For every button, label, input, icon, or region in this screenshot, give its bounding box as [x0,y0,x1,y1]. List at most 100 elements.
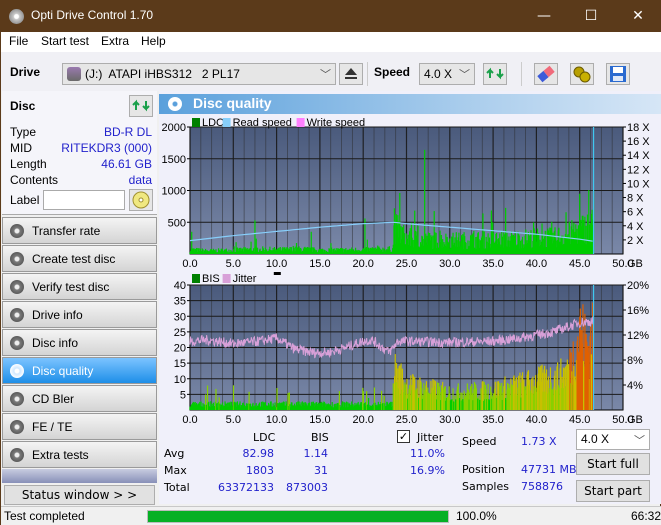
chevron-down-icon: ﹀ [459,69,470,81]
panel-title: Disc quality [193,95,272,111]
stats-jitter-value: 11.0% [410,447,445,460]
disc-length-row: Length 46.61 GB [10,157,152,173]
speed-select-value: 4.0 X [424,67,453,81]
stats-ldc-value: 82.98 [242,447,275,460]
chevron-down-icon: ﹀ [634,435,645,447]
close-button[interactable]: ✕ [615,1,661,32]
position-label: Position [462,463,505,476]
panel-header: Disc quality [159,94,661,114]
nav-item-disc-info[interactable]: Disc info [2,329,157,356]
app-window: Opti Drive Control 1.70 — ☐ ✕ File Start… [0,0,661,525]
drive-select-value: (J:) ATAPI iHBS312 2 PL17 [85,67,240,81]
disc-quality-panel: Disc quality 500 1000 1500 2000 2 X 4 X 6 X 8 X… [159,91,661,504]
nav-item-label: Extra tests [32,448,89,462]
stats-jitter-value: 16.9% [410,464,445,477]
disc-type-row: Type BD-R DL [10,125,152,141]
chart-bis: 5 10 15 20 25 30 35 40 4% 8% 12% 16% 20% 0.0 5.0 10.0 15… [174,272,649,426]
y-tick-label-left: 40 [174,280,186,292]
toolbar-separator [367,62,368,86]
nav-item-extra-tests[interactable]: Extra tests [2,441,157,468]
disc-icon [10,308,24,322]
speed-label: Speed [374,65,411,79]
nav-item-transfer-rate[interactable]: Transfer rate [2,217,157,244]
y-tick-label-left: 1000 [162,186,186,198]
disc-contents-key: Contents [10,173,59,187]
save-button[interactable] [606,63,630,85]
disc-mid-value: RITEKDR3 (000) [61,141,152,155]
menu-extra[interactable]: Extra [101,34,129,48]
eject-button[interactable] [339,63,363,85]
disc-quality-icon [168,97,182,111]
y-tick-label-right: 8% [627,355,643,367]
eject-icon [345,68,357,79]
stats-bis-value: 873003 [286,481,328,494]
disc-panel-title: Disc [10,99,36,113]
maximize-button[interactable]: ☐ [568,1,614,32]
menu-help[interactable]: Help [141,34,166,48]
nav-item-fe-te[interactable]: FE / TE [2,413,157,440]
nav-item-disc-quality[interactable]: Disc quality [2,357,157,384]
legend-swatch [192,274,200,283]
drive-select[interactable]: (J:) ATAPI iHBS312 2 PL17 ﹀ [62,63,336,85]
chevron-down-icon: ﹀ [320,69,331,81]
nav-item-label: Disc quality [32,364,94,378]
disc-label-button[interactable] [129,189,153,211]
y-tick-label-left: 30 [174,311,186,323]
x-tick-label: 40.0 [526,258,547,270]
stats-ldc-value: 1803 [246,464,274,477]
x-tick-label: 15.0 [309,258,330,270]
disc-mid-row: MID RITEKDR3 (000) [10,141,152,157]
minimize-button[interactable]: — [521,1,567,32]
nav-item-verify-test-disc[interactable]: Verify test disc [2,273,157,300]
progress-fill [148,511,448,522]
toolbar: Drive (J:) ATAPI iHBS312 2 PL17 ﹀ Speed … [1,52,661,91]
legend-marker [273,272,281,275]
erase-button[interactable] [534,63,558,85]
disc-mid-key: MID [10,141,32,155]
nav-item-label: FE / TE [32,420,73,434]
y-tick-label-right: 16 X [627,136,650,148]
menu-file[interactable]: File [9,34,28,48]
disc-icon [10,392,24,406]
stats-row-label: Max [164,464,187,477]
disc-icon [10,336,24,350]
disc-icon [10,224,24,238]
speed-select[interactable]: 4.0 X ﹀ [419,63,475,85]
y-tick-label-left: 5 [180,389,186,401]
y-tick-label-right: 20% [627,280,649,292]
disc-label-input[interactable] [43,190,125,210]
settings-button[interactable] [570,63,594,85]
start-full-button[interactable]: Start full [576,453,650,475]
app-disc-icon [9,9,24,24]
nav-item-cd-bler[interactable]: CD Bler [2,385,157,412]
sidebar: Disc Type BD-R DL MID RITEKDR3 (000) Lengt… [2,91,157,506]
test-speed-select[interactable]: 4.0 X ﹀ [576,429,650,450]
stats-row-label: Avg [164,447,185,460]
position-value: 47731 MB [521,463,577,476]
disc-icon [10,280,24,294]
disc-icon [10,252,24,266]
x-tick-label: 0.0 [182,258,197,270]
charts-area: 500 1000 1500 2000 2 X 4 X 6 X 8 X 10 X 12 X 14 X 1… [162,117,651,426]
window-title: Opti Drive Control 1.70 [31,8,154,22]
disc-length-value: 46.61 GB [101,157,152,171]
disc-contents-value: data [128,173,152,187]
y-tick-label-left: 10 [174,374,186,386]
y-tick-label-right: 16% [627,305,649,317]
disc-icon [10,420,24,434]
elapsed-time: 66:32 [631,509,661,523]
disc-refresh-button[interactable] [129,95,153,117]
menu-start-test[interactable]: Start test [41,34,89,48]
x-tick-label: 45.0 [569,414,590,426]
nav-item-label: Drive info [32,308,83,322]
y-tick-label-left: 500 [168,217,186,229]
x-tick-label: 20.0 [352,258,373,270]
y-tick-label-right: 18 X [627,122,650,134]
status-window-button[interactable]: Status window > > [4,485,155,505]
start-part-button[interactable]: Start part [576,480,650,502]
jitter-checkbox[interactable]: ✓ [397,430,410,443]
refresh-button[interactable] [483,63,507,85]
y-tick-label-left: 35 [174,296,186,308]
nav-item-drive-info[interactable]: Drive info [2,301,157,328]
nav-item-create-test-disc[interactable]: Create test disc [2,245,157,272]
